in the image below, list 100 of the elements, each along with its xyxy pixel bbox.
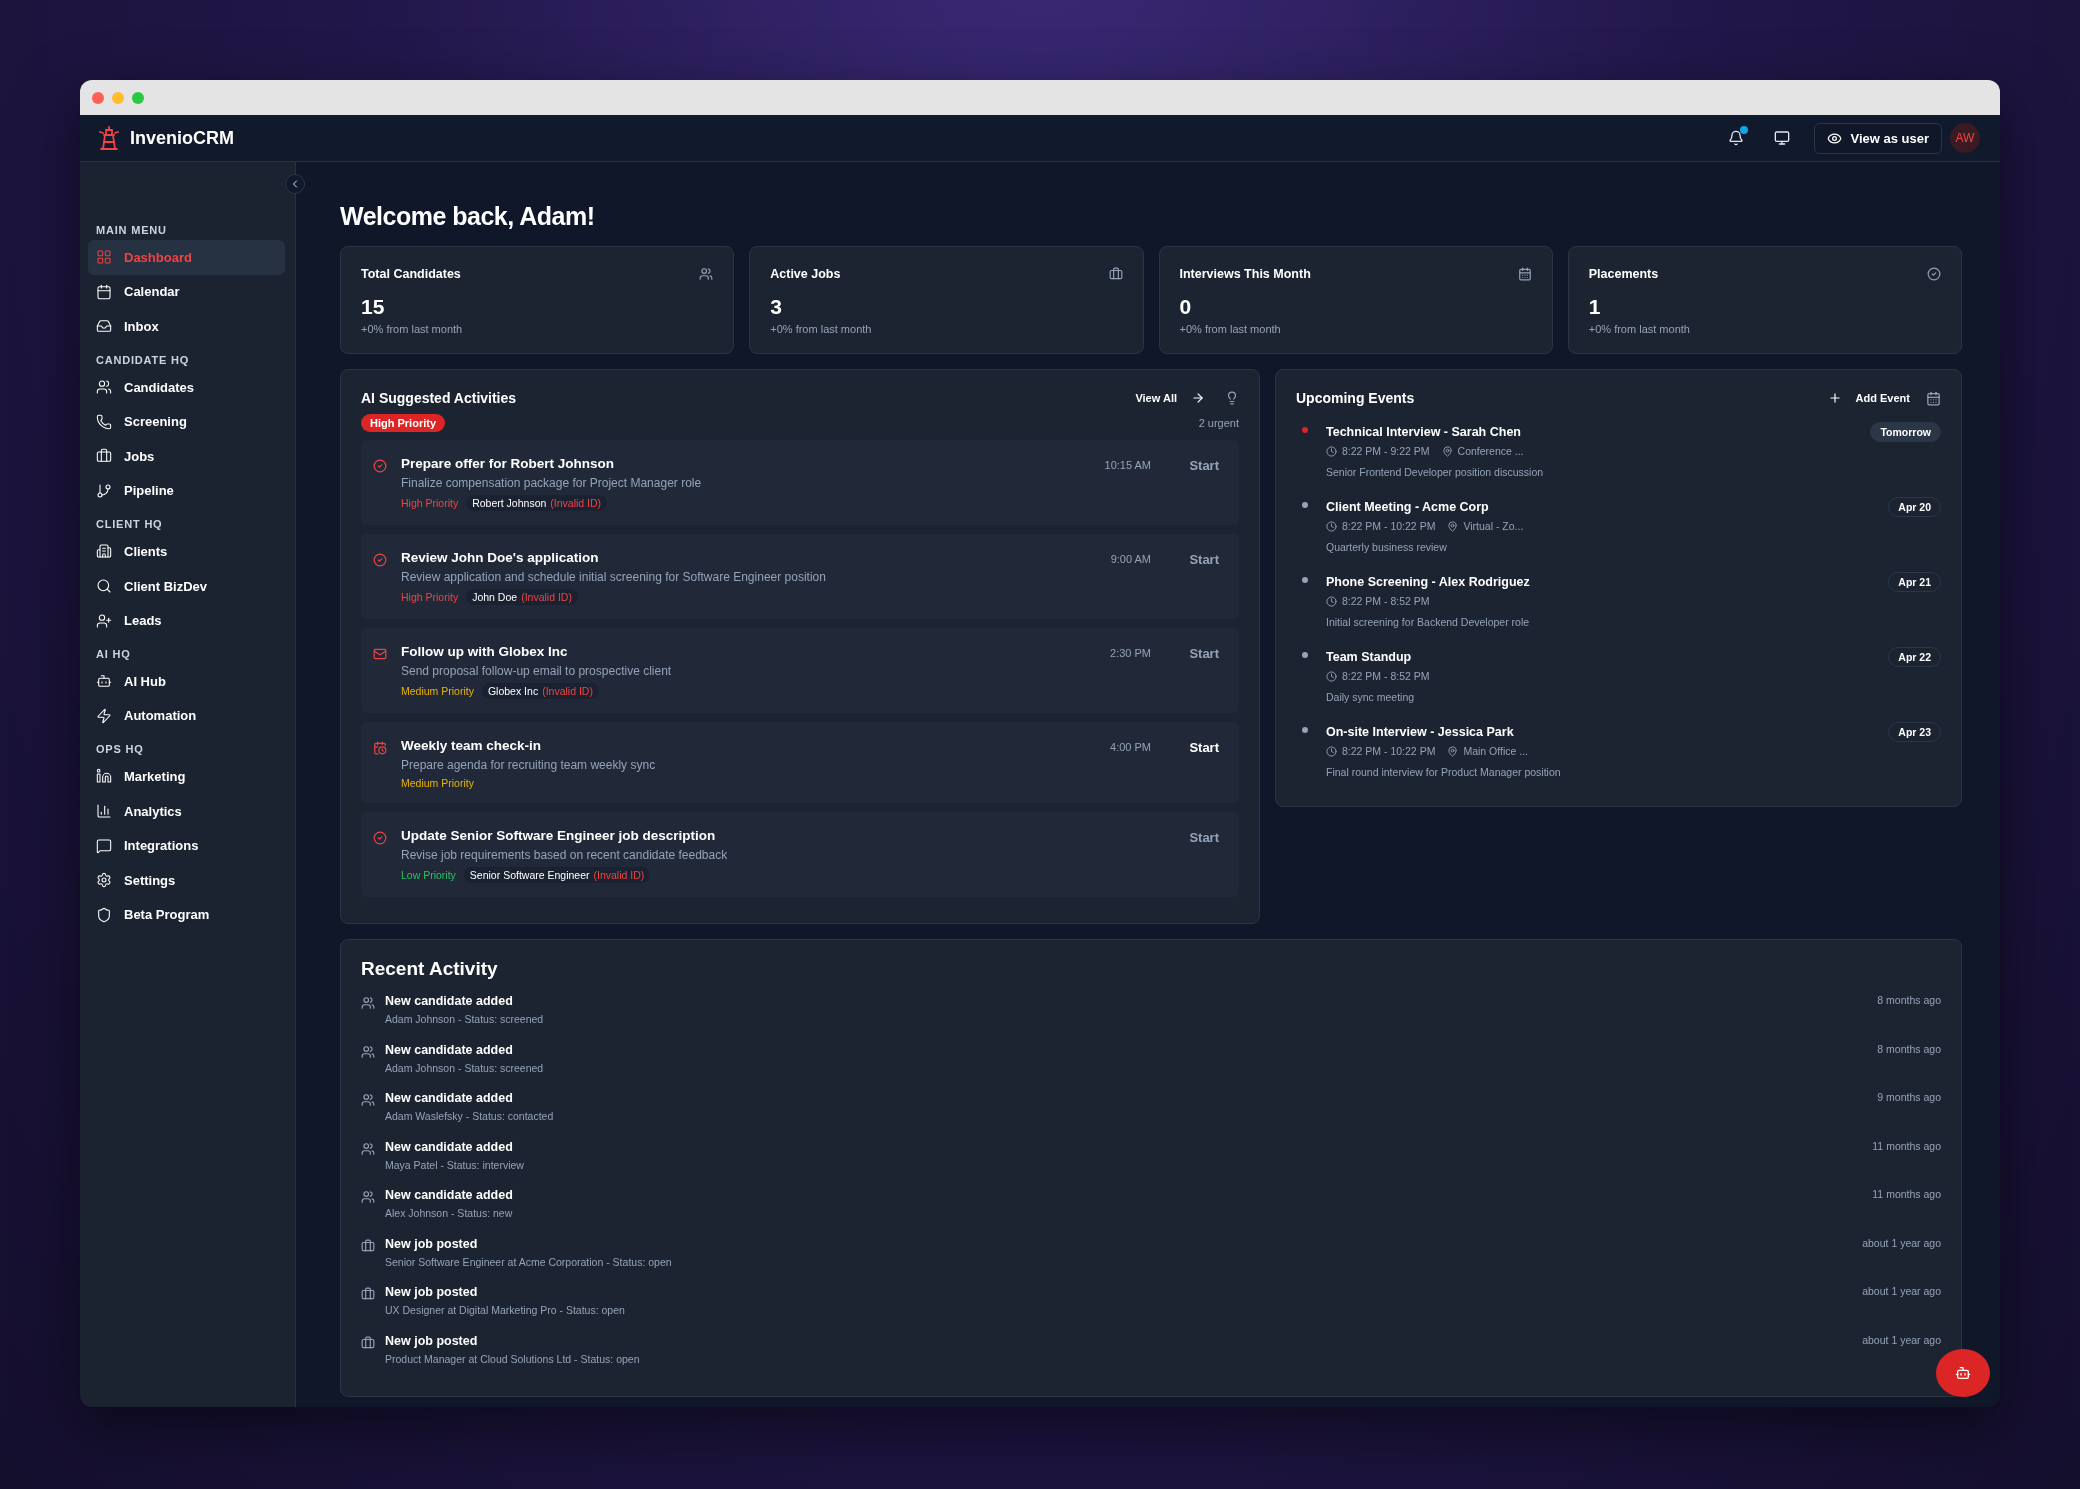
briefcase-icon — [361, 1335, 375, 1350]
welcome-heading: Welcome back, Adam! — [340, 202, 596, 231]
event-description: Daily sync meeting — [1326, 691, 1415, 703]
users-icon — [96, 379, 112, 396]
mail-icon — [373, 647, 387, 661]
event-location: Virtual - Zo... — [1463, 520, 1524, 532]
phone-icon — [96, 413, 112, 430]
activity-time: about 1 year ago — [1862, 1333, 1941, 1348]
briefcase-icon — [361, 1287, 375, 1301]
start-button[interactable]: Start — [1189, 830, 1219, 845]
users-icon — [361, 996, 375, 1010]
activity-time: 10:15 AM — [1104, 459, 1151, 473]
sidebar-item[interactable]: Beta Program — [88, 897, 285, 933]
assistant-button[interactable] — [1936, 1349, 1990, 1397]
briefcase-icon — [1108, 267, 1123, 281]
event-description: Quarterly business review — [1326, 541, 1447, 553]
users-icon — [361, 1093, 375, 1107]
stat-title: Total Candidates — [361, 267, 461, 281]
activity-time: 8 months ago — [1877, 1042, 1941, 1057]
branch-icon — [96, 482, 112, 499]
activity-description: Revise job requirements based on recent candidate feedback — [401, 848, 729, 862]
event-time: 8:22 PM - 8:52 PM — [1342, 670, 1430, 682]
stat-value: 1 — [1588, 295, 1602, 319]
sidebar-item[interactable]: Pipeline — [88, 473, 285, 509]
lightning-icon — [96, 707, 112, 724]
sidebar-item[interactable]: Screening — [88, 404, 285, 439]
event-description: Final round interview for Product Manager position — [1326, 766, 1561, 778]
start-button[interactable]: Start — [1189, 458, 1219, 473]
briefcase-icon — [96, 448, 112, 465]
users-icon — [361, 1141, 375, 1156]
calendar-icon — [1926, 390, 1941, 406]
sidebar-item[interactable]: Client BizDev — [88, 568, 285, 604]
sidebar-item[interactable]: Jobs — [88, 438, 285, 474]
event-time: 8:22 PM - 8:52 PM — [1342, 595, 1430, 607]
clock-icon — [1326, 520, 1337, 532]
activity-description: Prepare agenda for recruiting team weekly sync — [401, 758, 657, 772]
urgent-count: 2 urgent — [1198, 417, 1239, 429]
start-button[interactable]: Start — [1189, 552, 1219, 567]
activity-time: about 1 year ago — [1862, 1236, 1941, 1251]
view-as-user-button[interactable]: View as user — [1814, 122, 1942, 154]
shield-icon — [96, 906, 112, 923]
lighthouse-logo — [98, 126, 120, 150]
stat-value: 0 — [1179, 295, 1193, 319]
date-badge: Tomorrow — [1870, 422, 1941, 442]
sidebar-item[interactable]: Analytics — [88, 793, 285, 829]
building-icon — [96, 543, 112, 560]
sidebar-item[interactable]: AI Hub — [88, 663, 285, 699]
check-circle-icon — [373, 553, 387, 567]
activity-time: about 1 year ago — [1862, 1285, 1941, 1299]
start-button[interactable]: Start — [1189, 740, 1219, 755]
clock-icon — [1326, 595, 1337, 607]
bell-icon — [1728, 130, 1745, 146]
sidebar-item[interactable]: Settings — [88, 862, 285, 898]
activity-detail: Product Manager at Cloud Solutions Ltd - Status: open — [385, 1352, 641, 1365]
activity-detail: Adam Johnson - Status: screened — [385, 1061, 545, 1074]
user-plus-icon — [96, 612, 112, 629]
check-circle-icon — [1927, 267, 1941, 281]
activity-detail: Senior Software Engineer at Acme Corporation - Status: open — [385, 1255, 673, 1268]
view-all-button[interactable]: View All — [1135, 391, 1205, 405]
robot-icon — [1955, 1365, 1971, 1381]
activity-title: Update Senior Software Engineer job description — [401, 828, 717, 843]
app-name: InvenioCRM — [130, 127, 234, 149]
sidebar-item[interactable]: Leads — [88, 603, 285, 638]
collapse-sidebar-button[interactable] — [285, 174, 305, 194]
sidebar-item[interactable]: Inbox — [88, 309, 285, 344]
users-icon — [699, 267, 714, 281]
location-pin-icon — [1447, 745, 1459, 757]
priority-label: High Priority — [401, 497, 459, 509]
user-avatar[interactable]: AW — [1950, 123, 1980, 153]
sidebar-item[interactable]: Marketing — [88, 759, 285, 794]
entity-name: Globex Inc — [487, 685, 539, 697]
sidebar-item[interactable]: Automation — [88, 698, 285, 734]
event-title: Technical Interview - Sarah Chen — [1326, 425, 1521, 439]
activity-title: Weekly team check-in — [401, 738, 543, 753]
settings-icon — [96, 872, 112, 889]
clock-icon — [1326, 670, 1337, 682]
priority-label: Medium Priority — [401, 685, 474, 697]
activity-detail: Alex Johnson - Status: new — [385, 1207, 514, 1219]
stat-change: +0% from last month — [361, 323, 464, 335]
activity-time: 11 months ago — [1872, 1188, 1941, 1202]
activity-title: Review John Doe's application — [401, 550, 600, 565]
sidebar-item[interactable]: Calendar — [88, 274, 285, 310]
calendar-icon — [96, 283, 112, 300]
briefcase-icon — [361, 1238, 375, 1253]
activity-title: Prepare offer for Robert Johnson — [401, 456, 616, 471]
entity-name: Robert Johnson — [472, 497, 547, 509]
activity-time: 9 months ago — [1877, 1091, 1941, 1105]
event-time: 8:22 PM - 10:22 PM — [1342, 745, 1436, 757]
start-button[interactable]: Start — [1189, 646, 1219, 661]
inbox-icon — [96, 318, 112, 335]
event-location: Conference ... — [1457, 445, 1524, 457]
sidebar-item[interactable]: Candidates — [88, 369, 285, 405]
sidebar-item[interactable]: Integrations — [88, 828, 285, 863]
activity-time: 2:30 PM — [1110, 647, 1151, 661]
lightbulb-icon — [1225, 391, 1239, 405]
add-event-button[interactable]: Add Event — [1827, 391, 1910, 405]
search-icon — [96, 578, 112, 595]
sidebar-item[interactable]: Clients — [88, 534, 285, 569]
entity-name: John Doe — [472, 591, 518, 603]
event-description: Initial screening for Backend Developer role — [1326, 616, 1530, 628]
